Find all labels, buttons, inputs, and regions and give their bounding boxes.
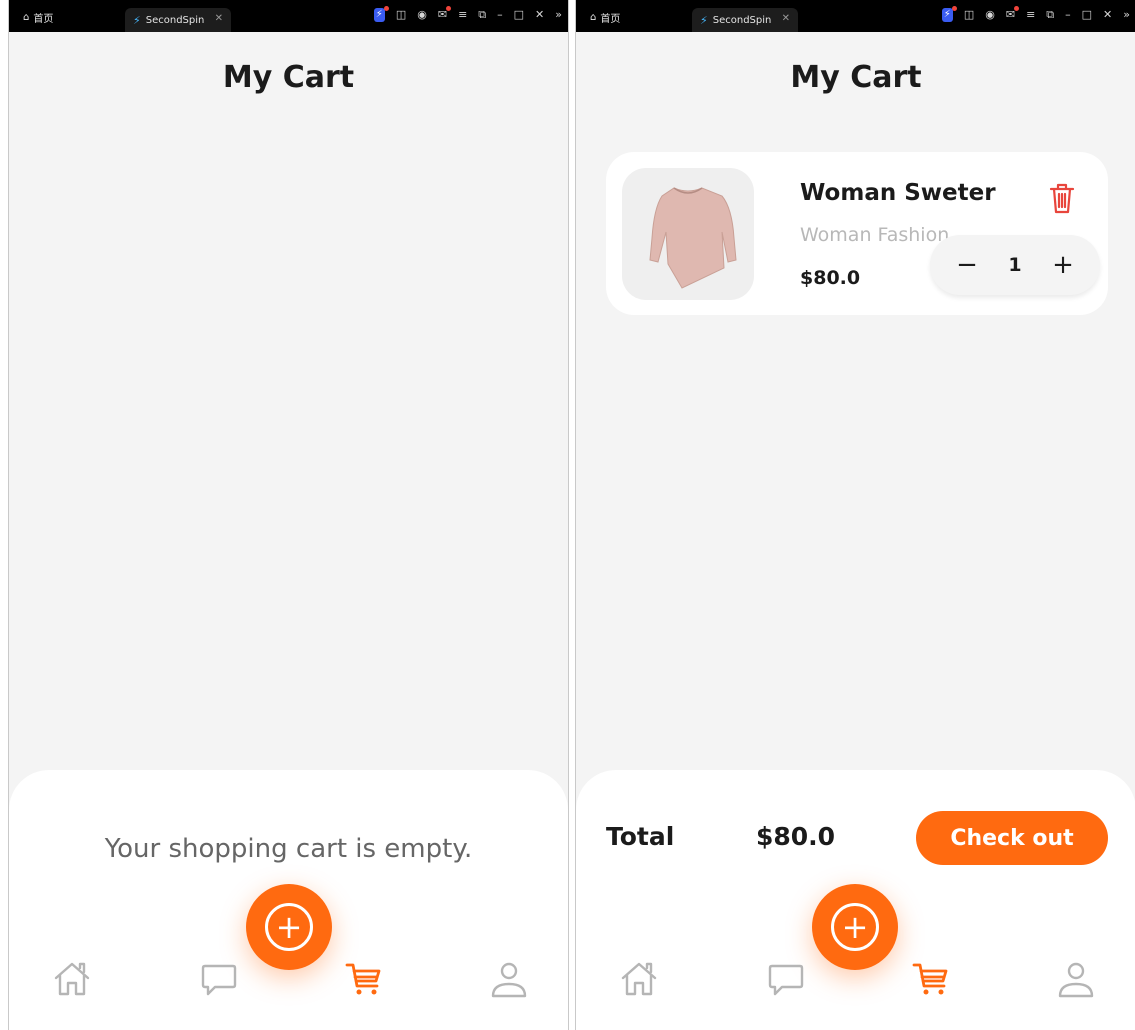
add-fab-button[interactable]: + [812, 884, 898, 970]
browser-toolbar: ⚡ ◫ ◉ ✉ ≡ ⧉ – □ ✕ » [941, 6, 1130, 22]
plus-icon: + [265, 903, 313, 951]
increase-button[interactable]: + [1050, 252, 1076, 278]
sweater-image [649, 187, 737, 289]
restore-icon[interactable]: ⧉ [1046, 8, 1054, 22]
quantity-value: 1 [1008, 254, 1022, 276]
mail-icon[interactable]: ✉ [438, 6, 452, 22]
cart-icon [345, 963, 381, 995]
bolt-icon[interactable]: ⚡ [941, 6, 957, 22]
restore-icon[interactable]: ⧉ [478, 8, 486, 22]
maximize-icon[interactable]: □ [1082, 8, 1092, 22]
menu-icon[interactable]: ≡ [1026, 8, 1035, 22]
more-icon[interactable]: » [555, 8, 562, 22]
minimize-icon[interactable]: – [1065, 8, 1071, 22]
browser-toolbar: ⚡ ◫ ◉ ✉ ≡ ⧉ – □ ✕ » [373, 6, 562, 22]
nav-cart[interactable] [343, 958, 385, 1000]
bolt-icon[interactable]: ⚡ [373, 6, 389, 22]
plus-icon: + [831, 903, 879, 951]
close-icon[interactable]: ✕ [535, 8, 544, 22]
nav-chat[interactable] [198, 958, 240, 1000]
nav-cart[interactable] [910, 958, 952, 1000]
home-tab[interactable]: ⌂ 首页 [590, 10, 620, 25]
more-icon[interactable]: » [1123, 8, 1130, 22]
nav-home[interactable] [618, 958, 660, 1000]
home-tab[interactable]: ⌂ 首页 [23, 10, 53, 25]
decrease-button[interactable]: − [954, 252, 980, 278]
page-title: My Cart [222, 60, 355, 95]
user-icon[interactable]: ◉ [417, 8, 427, 22]
maximize-icon[interactable]: □ [514, 8, 524, 22]
delete-button[interactable] [1048, 182, 1076, 214]
chat-icon [201, 964, 237, 996]
chat-icon [768, 964, 804, 996]
home-label: 首页 [600, 14, 621, 25]
menu-icon[interactable]: ≡ [458, 8, 467, 22]
empty-cart-message: Your shopping cart is empty. [104, 834, 473, 864]
mail-icon[interactable]: ✉ [1006, 6, 1020, 22]
nav-chat[interactable] [765, 958, 807, 1000]
nav-home[interactable] [51, 958, 93, 1000]
flutter-icon: ⚡ [133, 13, 141, 27]
browser-title-bar: ⌂ 首页 ⚡ SecondSpin ✕ ⚡ ◫ ◉ ✉ ≡ ⧉ – □ ✕ » [9, 0, 568, 32]
total-value: $80.0 [756, 822, 836, 851]
cart-screen: ⌂ 首页 ⚡ SecondSpin ✕ ⚡ ◫ ◉ ✉ ≡ ⧉ – □ ✕ » … [575, 0, 1135, 1030]
tab-title: SecondSpin [712, 14, 772, 26]
browser-tab[interactable]: ⚡ SecondSpin ✕ [125, 8, 231, 32]
tab-close-icon[interactable]: ✕ [782, 13, 790, 24]
quantity-stepper: − 1 + [930, 235, 1100, 295]
home-icon [54, 962, 90, 996]
item-category: Woman Fashion [800, 224, 950, 246]
item-price: $80.0 [800, 267, 861, 289]
add-fab-button[interactable]: + [246, 884, 332, 970]
gamepad-icon[interactable]: ◫ [396, 8, 406, 22]
profile-icon [1058, 962, 1094, 998]
cart-icon [912, 963, 948, 995]
empty-cart-screen: ⌂ 首页 ⚡ SecondSpin ✕ ⚡ ◫ ◉ ✉ ≡ ⧉ – □ ✕ » … [8, 0, 569, 1030]
user-icon[interactable]: ◉ [985, 8, 995, 22]
nav-profile[interactable] [1055, 958, 1097, 1000]
cart-item-card: Woman Sweter Woman Fashion $80.0 − 1 + [606, 152, 1108, 315]
home-label: 首页 [33, 14, 54, 25]
gamepad-icon[interactable]: ◫ [964, 8, 974, 22]
nav-profile[interactable] [488, 958, 530, 1000]
tab-close-icon[interactable]: ✕ [215, 13, 223, 24]
total-label: Total [606, 822, 675, 851]
checkout-button[interactable]: Check out [916, 811, 1108, 865]
item-name: Woman Sweter [800, 180, 996, 206]
close-icon[interactable]: ✕ [1103, 8, 1112, 22]
minimize-icon[interactable]: – [497, 8, 503, 22]
trash-icon [1049, 183, 1075, 214]
home-icon: ⌂ [23, 12, 30, 23]
tab-title: SecondSpin [145, 14, 205, 26]
home-icon [621, 962, 657, 996]
home-icon: ⌂ [590, 12, 597, 23]
browser-tab[interactable]: ⚡ SecondSpin ✕ [692, 8, 798, 32]
flutter-icon: ⚡ [700, 13, 708, 27]
product-image [622, 168, 754, 300]
page-title: My Cart [790, 60, 922, 95]
profile-icon [491, 962, 527, 998]
browser-title-bar: ⌂ 首页 ⚡ SecondSpin ✕ ⚡ ◫ ◉ ✉ ≡ ⧉ – □ ✕ » [576, 0, 1135, 32]
